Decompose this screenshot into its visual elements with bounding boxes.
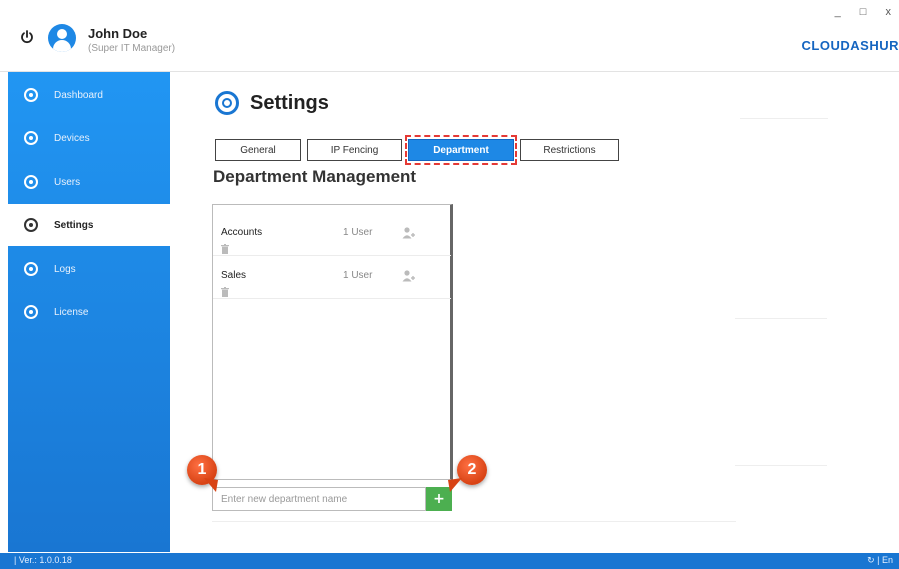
user-name: John Doe [88,26,148,41]
sidebar-item-license[interactable]: License [8,291,170,333]
logs-icon [24,262,38,276]
version-label: | Ver.: 1.0.0.18 [14,555,72,565]
department-name: Accounts [221,227,263,238]
refresh-icon[interactable]: ↻ [867,555,875,565]
tab-ip-fencing[interactable]: IP Fencing [307,139,402,161]
add-user-icon[interactable] [402,227,416,239]
top-bar: John Doe (Super IT Manager) _ □ x CLOUDA… [0,0,899,72]
window-controls[interactable]: _ □ x [835,6,899,18]
sidebar-item-label: Settings [54,219,94,231]
list-item: Sales 1 User [213,256,451,299]
sidebar-item-label: License [54,306,89,318]
sidebar: Dashboard Devices Users Settings Logs Li… [8,72,170,552]
sidebar-item-logs[interactable]: Logs [8,248,170,290]
page-title: Settings [250,92,329,114]
divider [740,118,828,119]
new-department-input[interactable] [212,487,426,511]
status-bar: | Ver.: 1.0.0.18 ↻ | En [0,553,899,569]
department-name: Sales [221,270,247,281]
sidebar-item-settings[interactable]: Settings [8,204,170,246]
tab-highlight-box [405,135,517,165]
power-icon[interactable] [20,30,34,44]
sidebar-item-users[interactable]: Users [8,161,170,203]
sidebar-item-label: Dashboard [54,89,103,101]
trash-icon[interactable] [221,287,229,297]
trash-icon[interactable] [221,244,229,254]
department-user-count: 1 User [343,227,373,238]
tab-restrictions[interactable]: Restrictions [520,139,619,161]
list-item: Accounts 1 User [213,213,451,256]
department-user-count: 1 User [343,270,373,281]
devices-icon [24,131,38,145]
footer-right: ↻ | En [867,555,893,566]
section-title: Department Management [213,167,417,186]
tab-general[interactable]: General [215,139,301,161]
sidebar-item-label: Logs [54,263,76,275]
settings-gear-icon [215,91,239,115]
sidebar-item-dashboard[interactable]: Dashboard [8,74,170,116]
settings-icon [24,218,38,232]
callout-pointer-2 [448,478,462,492]
users-icon [24,175,38,189]
license-icon [24,305,38,319]
add-user-icon[interactable] [402,270,416,282]
avatar [48,24,76,52]
sidebar-item-devices[interactable]: Devices [8,117,170,159]
dashboard-icon [24,88,38,102]
user-role: (Super IT Manager) [88,43,176,54]
language-label[interactable]: | En [877,555,893,565]
divider [735,318,827,319]
divider [212,521,736,522]
callout-pointer-1 [204,478,218,492]
divider [735,465,827,466]
department-list: Accounts 1 User Sales 1 User [212,204,453,480]
sidebar-item-label: Devices [54,132,90,144]
sidebar-item-label: Users [54,176,81,188]
brand-logo: CLOUDASHUR [801,38,899,53]
